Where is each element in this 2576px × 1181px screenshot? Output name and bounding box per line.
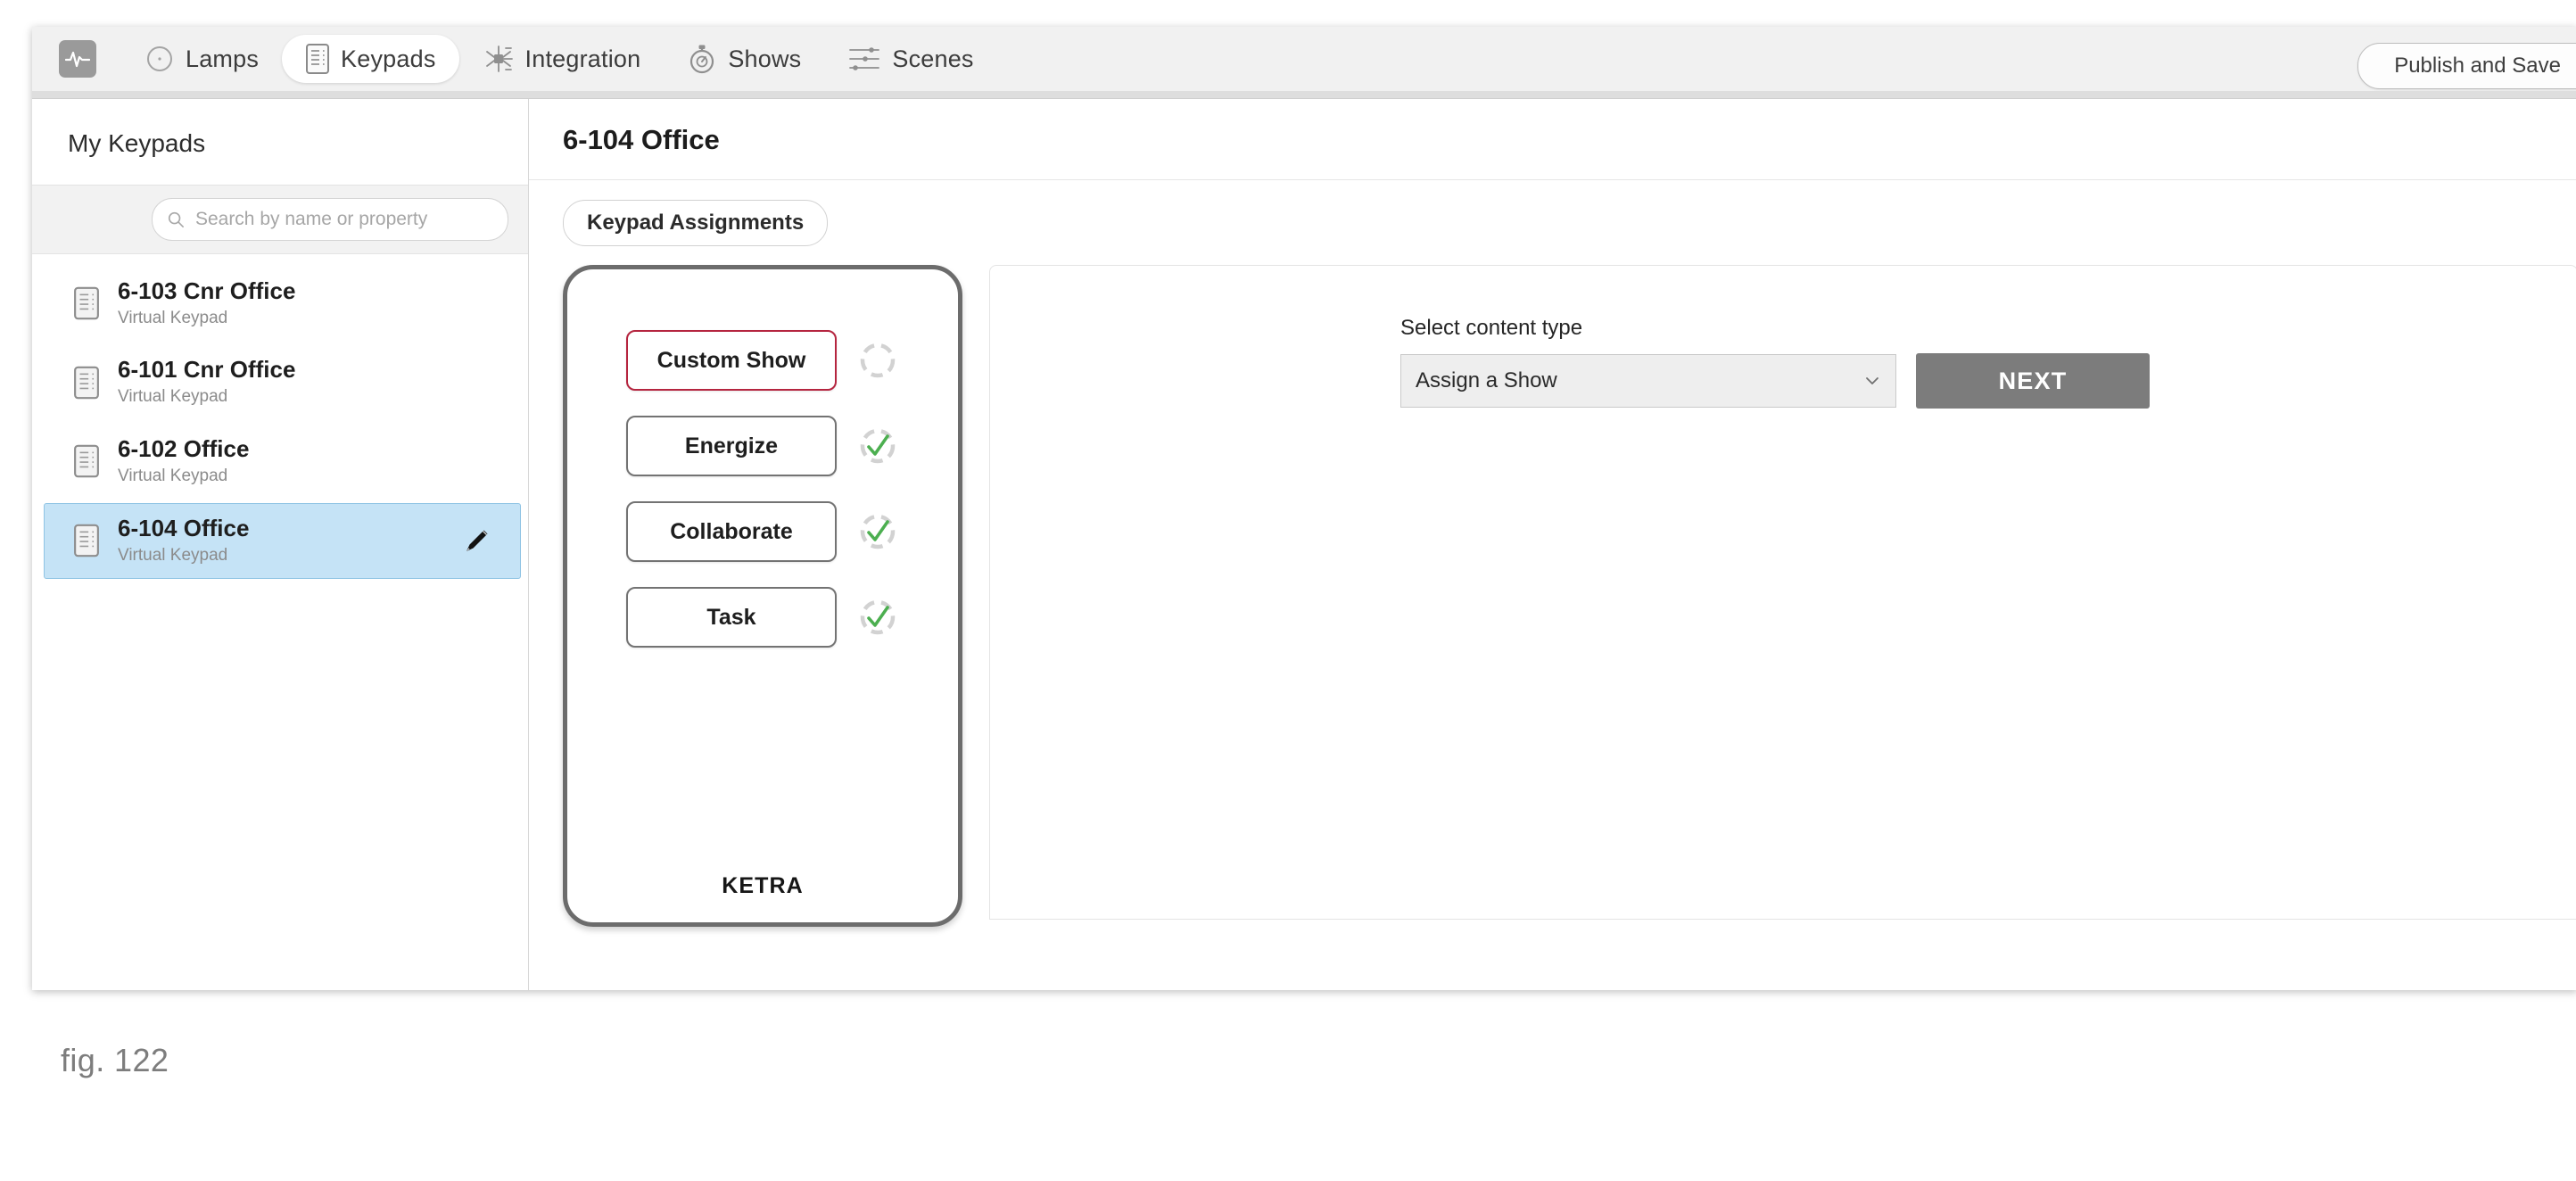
nav-label-keypads: Keypads (341, 45, 436, 72)
green-check-dashed-circle-icon (860, 599, 896, 635)
list-item[interactable]: 6-101 Cnr Office Virtual Keypad (45, 345, 521, 418)
application-window: Lamps Keypads Integration Shows Scenes P… (32, 27, 2576, 990)
nav-label-scenes: Scenes (892, 45, 974, 72)
list-item[interactable]: 6-102 Office Virtual Keypad (45, 425, 521, 498)
nav-label-lamps: Lamps (186, 45, 260, 72)
nav-item-scenes[interactable]: Scenes (824, 35, 996, 83)
pulse-logo-icon[interactable] (59, 40, 96, 78)
list-item-subtitle: Virtual Keypad (118, 545, 228, 565)
screenshot-root: Lamps Keypads Integration Shows Scenes P… (0, 0, 2576, 1181)
next-button-label: NEXT (1998, 367, 2068, 394)
list-item-text: 6-101 Cnr Office Virtual Keypad (118, 356, 503, 408)
keypad-icon (74, 524, 99, 557)
list-item-subtitle: Virtual Keypad (118, 308, 228, 327)
list-item-name: 6-103 Cnr Office (118, 277, 296, 304)
next-button[interactable]: NEXT (1916, 353, 2150, 409)
tab-strip: Keypad Assignments (529, 180, 2576, 246)
list-item-text: 6-104 Office Virtual Keypad (118, 515, 443, 566)
keypad-button-row: Custom Show (626, 330, 899, 391)
empty-dashed-circle-icon (860, 343, 896, 378)
keypad-button-row: Task (626, 587, 899, 648)
keypad-button-stack: Custom Show Energize Collaborate Task (626, 330, 899, 648)
list-item-text: 6-102 Office Virtual Keypad (118, 435, 503, 487)
keypad-device-preview: Custom Show Energize Collaborate Task KE… (563, 265, 962, 927)
sidebar: My Keypads Search by name or property 6-… (32, 99, 529, 990)
list-item-text: 6-103 Cnr Office Virtual Keypad (118, 277, 503, 329)
list-item-name: 6-104 Office (118, 515, 250, 542)
keypad-button-custom-show[interactable]: Custom Show (626, 330, 837, 391)
figure-caption: fig. 122 (61, 1042, 169, 1078)
form-controls-row: Assign a Show NEXT (1400, 353, 2150, 409)
tab-keypad-assignments-label: Keypad Assignments (587, 211, 805, 235)
panels-row: Custom Show Energize Collaborate Task KE… (563, 265, 2576, 990)
sliders-icon (849, 47, 880, 70)
keypad-button-label: Custom Show (656, 347, 806, 373)
keypad-button-energize[interactable]: Energize (626, 416, 837, 476)
list-item[interactable]: 6-103 Cnr Office Virtual Keypad (45, 267, 521, 340)
top-navigation-bar: Lamps Keypads Integration Shows Scenes P… (32, 27, 2576, 92)
search-input[interactable] (193, 208, 493, 231)
keypad-icon (74, 366, 99, 399)
chip-integration-icon (485, 45, 513, 72)
keypad-button-task[interactable]: Task (626, 587, 837, 648)
keypad-button-label: Task (706, 604, 756, 630)
publish-and-save-button[interactable]: Publish and Save (2357, 43, 2576, 89)
keypad-button-row: Energize (626, 416, 899, 476)
page-title: 6-104 Office (563, 124, 720, 155)
tab-keypad-assignments[interactable]: Keypad Assignments (563, 200, 829, 246)
nav-label-shows: Shows (728, 45, 802, 72)
select-content-type-label: Select content type (1400, 316, 1583, 340)
sidebar-search-bar (32, 185, 528, 254)
publish-and-save-label: Publish and Save (2394, 54, 2561, 78)
circle-lamp-icon (147, 46, 172, 71)
keypad-icon (74, 444, 99, 478)
content-type-select-value: Assign a Show (1416, 368, 1557, 392)
sidebar-title: My Keypads (68, 129, 206, 157)
main-content: 6-104 Office Keypad Assignments Custom S… (529, 99, 2576, 990)
stopwatch-icon (690, 45, 714, 74)
list-item-name: 6-101 Cnr Office (118, 356, 296, 384)
ketra-brand-label: KETRA (722, 873, 804, 898)
pulse-logo-glyph (65, 51, 90, 68)
keypad-button-collaborate[interactable]: Collaborate (626, 501, 837, 562)
nav-shadow-strip (32, 91, 2576, 99)
nav-label-integration: Integration (524, 45, 641, 72)
body-area: My Keypads Search by name or property 6-… (32, 99, 2576, 990)
content-type-select[interactable]: Assign a Show (1400, 354, 1896, 408)
nav-item-keypads[interactable]: Keypads (282, 35, 459, 83)
keypad-button-row: Collaborate (626, 501, 899, 562)
list-item-subtitle: Virtual Keypad (118, 387, 228, 407)
search-icon (168, 211, 184, 227)
chevron-down-icon (1866, 377, 1878, 384)
search-box[interactable] (152, 198, 508, 241)
list-item-name: 6-102 Office (118, 434, 250, 462)
keypad-list: 6-103 Cnr Office Virtual Keypad 6-101 Cn… (32, 254, 528, 990)
keypad-icon (306, 44, 330, 74)
green-check-dashed-circle-icon (860, 514, 896, 549)
content-type-form: Select content type Assign a Show NEXT (1400, 316, 2150, 409)
nav-item-shows[interactable]: Shows (664, 35, 824, 83)
nav-item-lamps[interactable]: Lamps (121, 35, 282, 83)
pencil-edit-icon[interactable] (461, 524, 493, 557)
list-item-selected[interactable]: 6-104 Office Virtual Keypad (44, 503, 521, 579)
keypad-button-label: Energize (684, 433, 779, 458)
green-check-dashed-circle-icon (860, 428, 896, 464)
assignment-content-card: Select content type Assign a Show NEXT (989, 265, 2576, 920)
keypad-button-label: Collaborate (670, 518, 793, 544)
list-item-subtitle: Virtual Keypad (118, 466, 228, 485)
keypad-icon (74, 286, 99, 320)
nav-item-integration[interactable]: Integration (459, 35, 665, 83)
